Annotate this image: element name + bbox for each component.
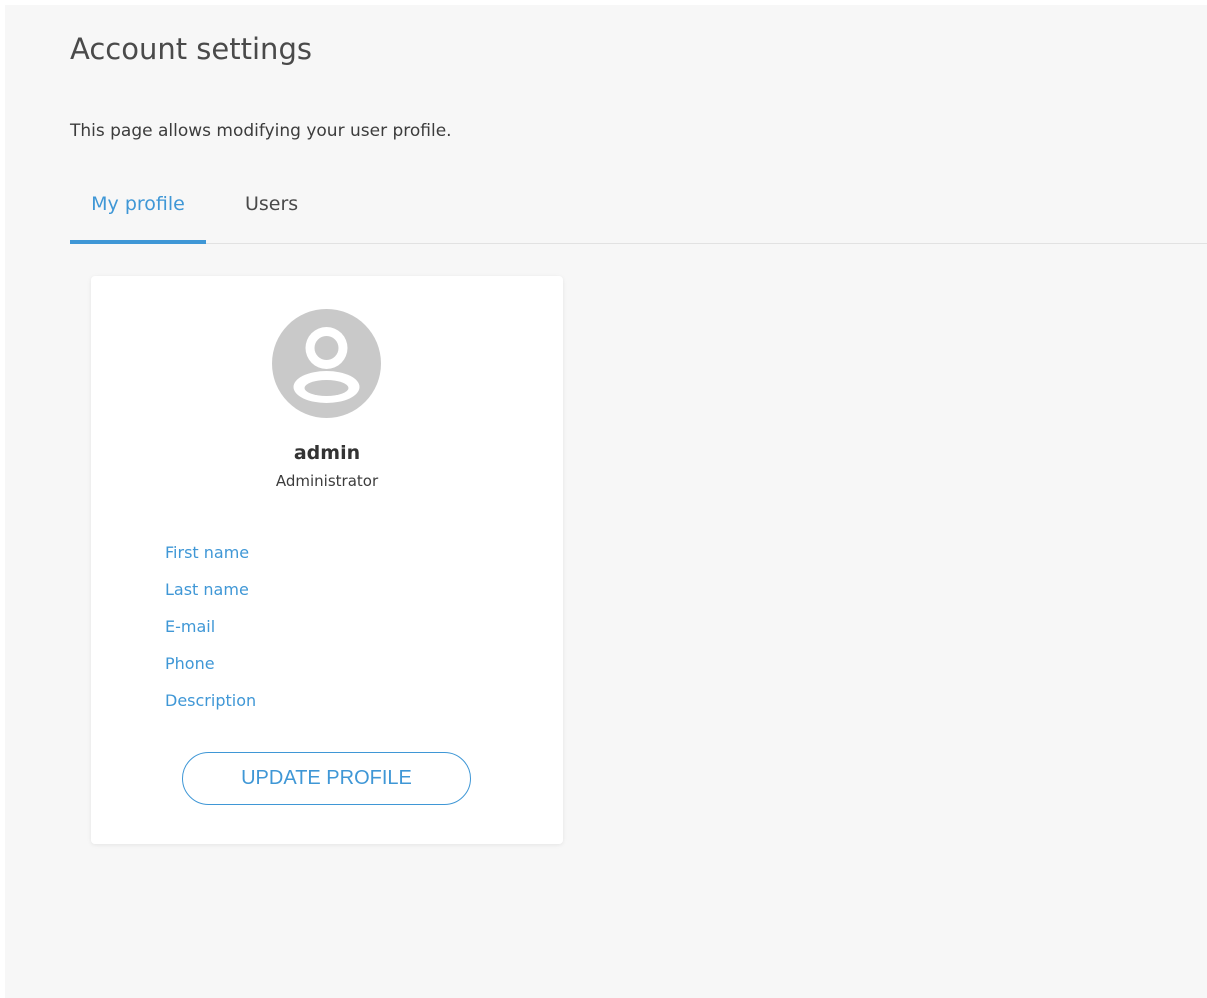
field-description[interactable]: Description <box>165 688 256 725</box>
page-description: This page allows modifying your user pro… <box>70 121 452 141</box>
profile-role: Administrator <box>275 472 379 490</box>
account-settings-page: Account settings This page allows modify… <box>5 5 1207 998</box>
field-first-name[interactable]: First name <box>165 540 256 577</box>
field-phone[interactable]: Phone <box>165 651 256 688</box>
tab-my-profile[interactable]: My profile <box>70 183 206 244</box>
active-tab-indicator <box>70 240 206 244</box>
update-profile-button[interactable]: UPDATE PROFILE <box>182 752 471 805</box>
user-avatar-icon <box>272 309 381 418</box>
profile-field-list: First name Last name E-mail Phone Descri… <box>165 540 256 725</box>
page-title: Account settings <box>70 32 312 66</box>
tab-bar: My profile Users <box>70 183 1207 244</box>
profile-card: admin Administrator First name Last name… <box>91 276 563 844</box>
tab-my-profile-label: My profile <box>91 193 185 215</box>
field-last-name[interactable]: Last name <box>165 577 256 614</box>
tab-users-label: Users <box>245 193 299 215</box>
profile-username: admin <box>293 442 361 464</box>
tab-users[interactable]: Users <box>245 183 307 243</box>
field-email[interactable]: E-mail <box>165 614 256 651</box>
